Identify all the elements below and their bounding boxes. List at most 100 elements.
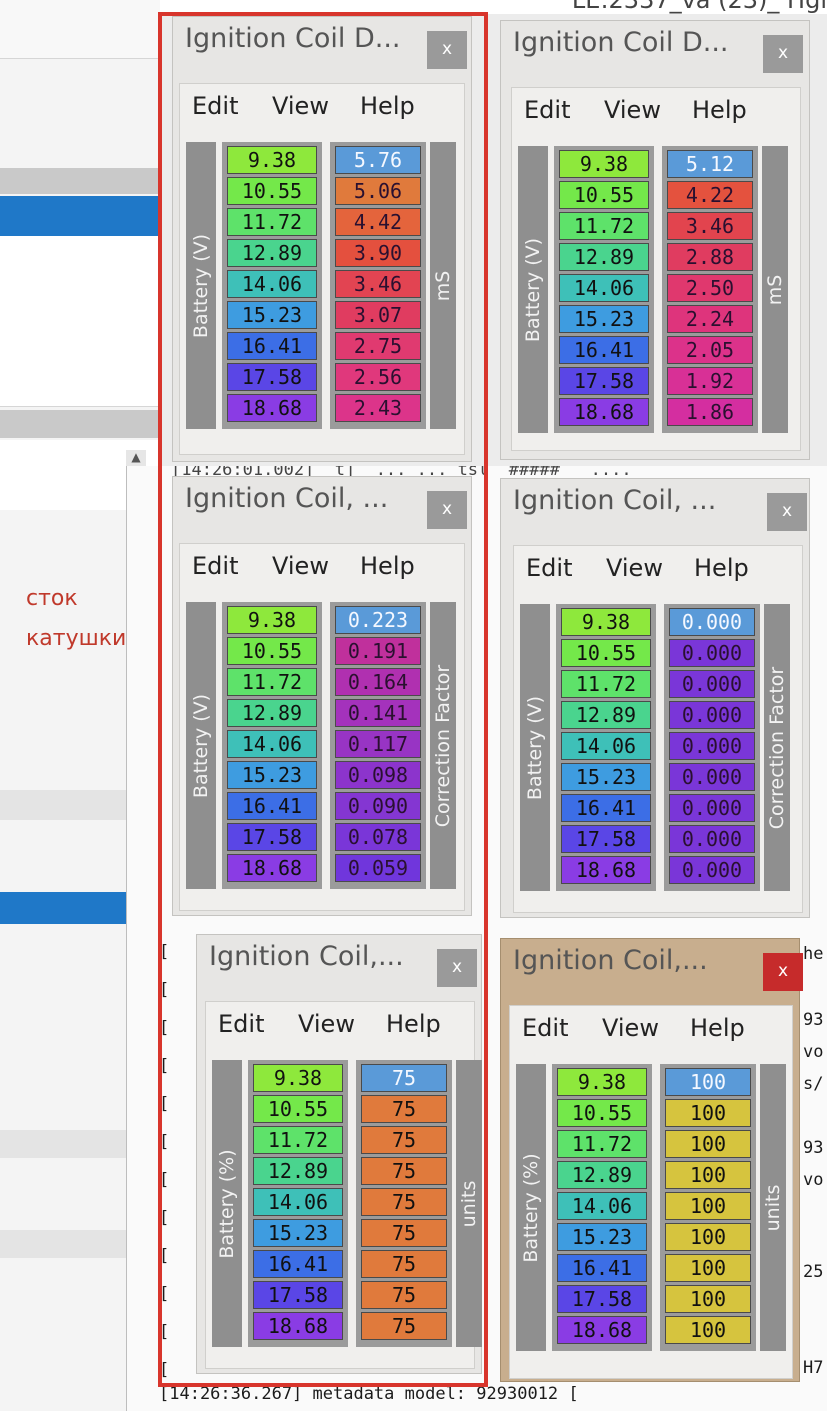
battery-cell[interactable]: 12.89 [227, 699, 317, 727]
value-cell[interactable]: 0.000 [669, 639, 755, 667]
menu-item-view[interactable]: View [604, 96, 661, 124]
close-icon[interactable]: x [763, 953, 803, 991]
value-cell[interactable]: 75 [361, 1126, 447, 1154]
battery-cell[interactable]: 18.68 [557, 1316, 647, 1344]
battery-cell[interactable]: 17.58 [227, 823, 317, 851]
battery-cell[interactable]: 9.38 [559, 150, 649, 178]
value-cell[interactable]: 100 [665, 1223, 751, 1251]
battery-cell[interactable]: 17.58 [227, 363, 317, 391]
value-cell[interactable]: 0.000 [669, 701, 755, 729]
battery-cell[interactable]: 14.06 [227, 270, 317, 298]
close-icon[interactable]: x [767, 493, 807, 531]
value-cell[interactable]: 2.43 [335, 394, 421, 422]
menu-item-view[interactable]: View [272, 92, 329, 120]
battery-cell[interactable]: 14.06 [561, 732, 651, 760]
value-cell[interactable]: 0.000 [669, 732, 755, 760]
menu-item-view[interactable]: View [272, 552, 329, 580]
value-cell[interactable]: 75 [361, 1250, 447, 1278]
value-cell[interactable]: 0.000 [669, 608, 755, 636]
selected-row[interactable] [0, 196, 160, 236]
value-cell[interactable]: 0.000 [669, 856, 755, 884]
menu-item-view[interactable]: View [602, 1014, 659, 1042]
value-cell[interactable]: 0.191 [335, 637, 421, 665]
battery-cell[interactable]: 16.41 [227, 792, 317, 820]
value-cell[interactable]: 2.50 [667, 274, 753, 302]
battery-cell[interactable]: 10.55 [557, 1099, 647, 1127]
ignition-coil-units-window-2[interactable]: Ignition Coil,... x Edit View Help Battery (%… [500, 938, 803, 1382]
value-cell[interactable]: 100 [665, 1316, 751, 1344]
battery-cell[interactable]: 11.72 [227, 208, 317, 236]
battery-cell[interactable]: 12.89 [559, 243, 649, 271]
battery-cell[interactable]: 10.55 [253, 1095, 343, 1123]
battery-cell[interactable]: 16.41 [561, 794, 651, 822]
value-cell[interactable]: 0.000 [669, 825, 755, 853]
battery-cell[interactable]: 10.55 [227, 637, 317, 665]
value-cell[interactable]: 2.05 [667, 336, 753, 364]
battery-cell[interactable]: 16.41 [253, 1250, 343, 1278]
battery-cell[interactable]: 12.89 [227, 239, 317, 267]
battery-cell[interactable]: 18.68 [227, 854, 317, 882]
value-cell[interactable]: 3.90 [335, 239, 421, 267]
menu-item-view[interactable]: View [606, 554, 663, 582]
value-cell[interactable]: 0.000 [669, 763, 755, 791]
battery-cell[interactable]: 15.23 [253, 1219, 343, 1247]
battery-cell[interactable]: 10.55 [227, 177, 317, 205]
menu-item-edit[interactable]: Edit [218, 1010, 264, 1038]
value-cell[interactable]: 5.76 [335, 146, 421, 174]
value-cell[interactable]: 0.141 [335, 699, 421, 727]
battery-cell[interactable]: 18.68 [227, 394, 317, 422]
battery-cell[interactable]: 17.58 [253, 1281, 343, 1309]
battery-cell[interactable]: 11.72 [227, 668, 317, 696]
menu-item-help[interactable]: Help [360, 552, 415, 580]
menu-item-help[interactable]: Help [694, 554, 749, 582]
battery-cell[interactable]: 9.38 [561, 608, 651, 636]
close-icon[interactable]: x [437, 949, 477, 987]
battery-cell[interactable]: 18.68 [253, 1312, 343, 1340]
value-cell[interactable]: 75 [361, 1219, 447, 1247]
value-cell[interactable]: 0.098 [335, 761, 421, 789]
value-cell[interactable]: 100 [665, 1099, 751, 1127]
value-cell[interactable]: 2.56 [335, 363, 421, 391]
value-cell[interactable]: 100 [665, 1161, 751, 1189]
battery-cell[interactable]: 12.89 [557, 1161, 647, 1189]
value-cell[interactable]: 0.078 [335, 823, 421, 851]
value-cell[interactable]: 0.164 [335, 668, 421, 696]
ignition-coil-dwell-window-1[interactable]: Ignition Coil D... x Edit View Help Battery (… [172, 16, 472, 462]
menu-item-edit[interactable]: Edit [524, 96, 570, 124]
battery-cell[interactable]: 16.41 [559, 336, 649, 364]
close-icon[interactable]: x [427, 31, 467, 69]
ignition-coil-correction-window-2[interactable]: Ignition Coil, ... x Edit View Help Battery (… [500, 478, 810, 918]
menu-item-help[interactable]: Help [692, 96, 747, 124]
value-cell[interactable]: 4.42 [335, 208, 421, 236]
battery-cell[interactable]: 14.06 [559, 274, 649, 302]
battery-cell[interactable]: 15.23 [227, 301, 317, 329]
battery-cell[interactable]: 16.41 [227, 332, 317, 360]
battery-cell[interactable]: 11.72 [557, 1130, 647, 1158]
battery-cell[interactable]: 17.58 [559, 367, 649, 395]
battery-cell[interactable]: 9.38 [557, 1068, 647, 1096]
value-cell[interactable]: 75 [361, 1064, 447, 1092]
battery-cell[interactable]: 11.72 [253, 1126, 343, 1154]
value-cell[interactable]: 3.07 [335, 301, 421, 329]
battery-cell[interactable]: 14.06 [557, 1192, 647, 1220]
battery-cell[interactable]: 9.38 [227, 606, 317, 634]
value-cell[interactable]: 75 [361, 1095, 447, 1123]
menu-item-view[interactable]: View [298, 1010, 355, 1038]
value-cell[interactable]: 0.117 [335, 730, 421, 758]
battery-cell[interactable]: 14.06 [227, 730, 317, 758]
menu-item-help[interactable]: Help [360, 92, 415, 120]
battery-cell[interactable]: 10.55 [561, 639, 651, 667]
menu-item-help[interactable]: Help [386, 1010, 441, 1038]
battery-cell[interactable]: 11.72 [561, 670, 651, 698]
battery-cell[interactable]: 18.68 [561, 856, 651, 884]
value-cell[interactable]: 0.059 [335, 854, 421, 882]
value-cell[interactable]: 0.223 [335, 606, 421, 634]
menu-item-edit[interactable]: Edit [192, 92, 238, 120]
menu-item-help[interactable]: Help [690, 1014, 745, 1042]
battery-cell[interactable]: 14.06 [253, 1188, 343, 1216]
battery-cell[interactable]: 15.23 [559, 305, 649, 333]
value-cell[interactable]: 4.22 [667, 181, 753, 209]
value-cell[interactable]: 0.090 [335, 792, 421, 820]
value-cell[interactable]: 100 [665, 1068, 751, 1096]
battery-cell[interactable]: 16.41 [557, 1254, 647, 1282]
